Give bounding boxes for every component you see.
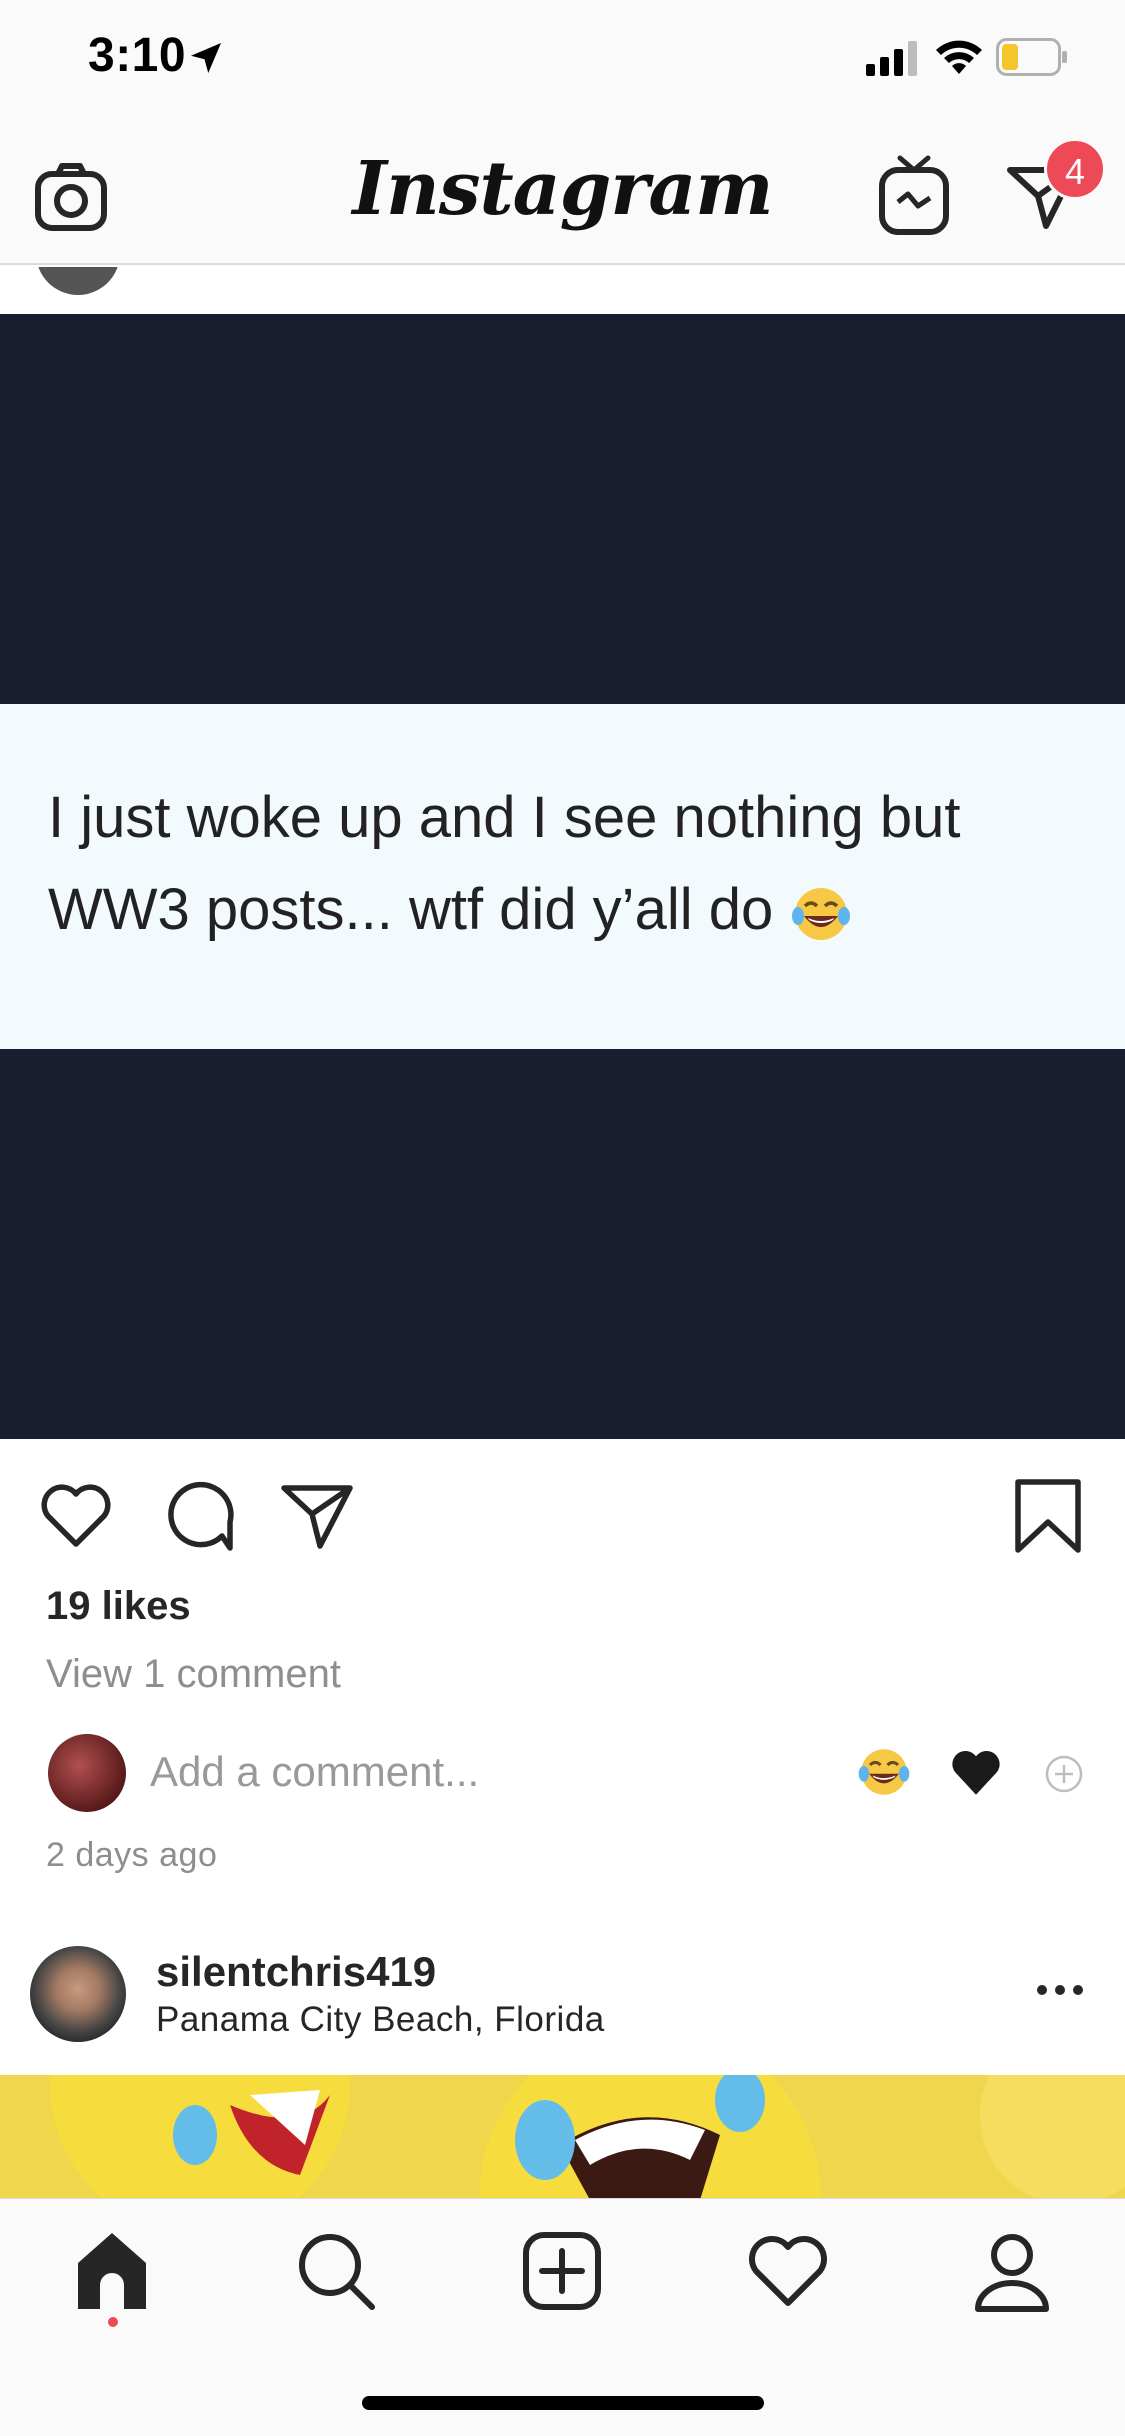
avatar[interactable] (36, 267, 120, 295)
home-indicator[interactable] (362, 2396, 764, 2410)
add-reaction-icon[interactable] (1044, 1754, 1084, 1794)
home-icon[interactable] (70, 2229, 154, 2313)
more-options-icon[interactable] (1030, 1970, 1090, 2010)
status-bar: 3:10 (0, 0, 1125, 130)
comment-icon[interactable] (160, 1478, 236, 1554)
avatar[interactable] (30, 1946, 126, 2042)
next-post-image[interactable] (0, 2075, 1125, 2200)
tears-of-joy-emoji-icon (792, 887, 851, 940)
post-image-text: I just woke up and I see nothing but WW3… (48, 772, 1088, 956)
save-bookmark-icon[interactable] (1010, 1478, 1086, 1554)
status-time: 3:10 (88, 29, 187, 82)
battery-low-icon (996, 38, 1067, 76)
like-heart-icon[interactable] (38, 1478, 114, 1554)
post-location[interactable]: Panama City Beach, Florida (156, 2000, 605, 2040)
post-image[interactable]: I just woke up and I see nothing but WW3… (0, 314, 1125, 1439)
post-text-band: I just woke up and I see nothing but WW3… (0, 704, 1125, 1049)
post-username[interactable]: silentchris419 (156, 1948, 436, 1996)
location-arrow-icon (191, 43, 221, 73)
wifi-icon (936, 40, 982, 74)
cellular-signal-icon (866, 41, 917, 76)
tears-of-joy-reaction-icon[interactable] (856, 1744, 912, 1800)
add-comment-row (0, 1730, 1125, 1820)
laughing-emoji-image (0, 2075, 1125, 2200)
comment-input[interactable] (150, 1748, 800, 1796)
search-icon[interactable] (294, 2229, 378, 2313)
avatar (48, 1734, 126, 1812)
view-comments-link[interactable]: View 1 comment (46, 1652, 341, 1697)
new-post-icon[interactable] (520, 2229, 604, 2313)
activity-heart-icon[interactable] (746, 2229, 830, 2313)
direct-unread-badge: 4 (1044, 138, 1106, 200)
previous-post-sliver (0, 267, 1125, 315)
black-heart-reaction-icon[interactable] (948, 1744, 1004, 1800)
instagram-logo: Instagram (352, 146, 773, 232)
app-header: Instagram 4 (0, 130, 1125, 265)
post-timestamp: 2 days ago (46, 1836, 218, 1874)
profile-icon[interactable] (970, 2229, 1054, 2313)
home-active-dot (108, 2317, 118, 2327)
next-post-header: silentchris419 Panama City Beach, Florid… (0, 1930, 1125, 2074)
share-icon[interactable] (280, 1478, 356, 1554)
post-actions (0, 1440, 1125, 1580)
likes-count[interactable]: 19 likes (46, 1584, 191, 1629)
igtv-icon[interactable] (878, 154, 950, 236)
